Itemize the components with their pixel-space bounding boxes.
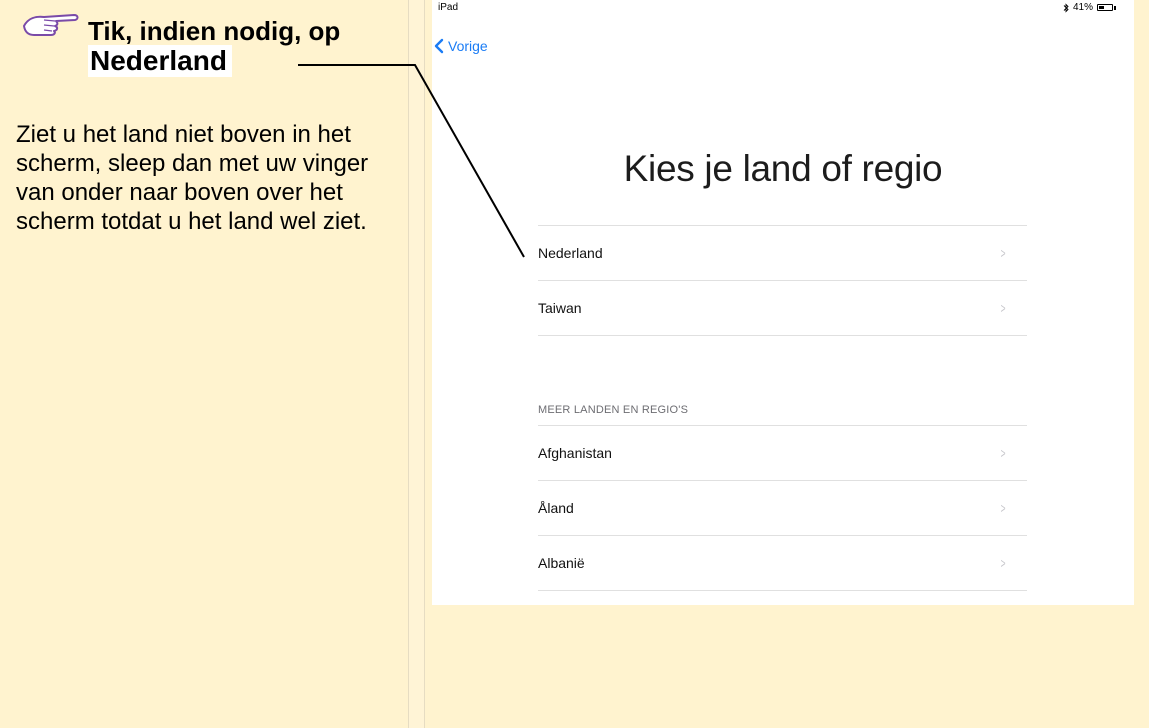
more-country-list: Afghanistan > Åland > Albanië > bbox=[538, 425, 1027, 591]
battery-icon bbox=[1097, 4, 1113, 11]
page-title: Kies je land of regio bbox=[623, 148, 943, 189]
tip-target-label: Nederland bbox=[88, 45, 232, 77]
country-label: Albanië bbox=[538, 555, 585, 571]
battery-tip bbox=[1114, 5, 1116, 10]
bluetooth-icon bbox=[1063, 2, 1069, 13]
suggested-country-list: Nederland > Taiwan > bbox=[538, 225, 1027, 336]
country-label: Åland bbox=[538, 500, 574, 516]
country-row-aland[interactable]: Åland > bbox=[538, 481, 1027, 536]
status-right: 41% bbox=[1063, 2, 1116, 13]
country-row-nederland[interactable]: Nederland > bbox=[538, 226, 1027, 281]
chevron-right-icon: > bbox=[1000, 245, 1006, 261]
country-label: Taiwan bbox=[538, 300, 582, 316]
back-label: Vorige bbox=[448, 38, 488, 54]
section-header: MEER LANDEN EN REGIO'S bbox=[538, 404, 689, 416]
chevron-right-icon: > bbox=[1000, 445, 1006, 461]
instruction-text: Ziet u het land niet boven in het scherm… bbox=[16, 121, 369, 235]
country-label: Afghanistan bbox=[538, 445, 612, 461]
tip-title: Tik, indien nodig, op bbox=[88, 16, 341, 46]
status-device-name: iPad bbox=[438, 2, 459, 13]
instruction-panel: Tik, indien nodig, op Nederland Ziet u h… bbox=[0, 0, 409, 728]
pointing-hand-icon bbox=[23, 14, 79, 36]
country-row-taiwan[interactable]: Taiwan > bbox=[538, 281, 1027, 336]
battery-percentage: 41% bbox=[1072, 2, 1093, 13]
country-row-afghanistan[interactable]: Afghanistan > bbox=[538, 426, 1027, 481]
back-button[interactable]: Vorige bbox=[432, 38, 488, 54]
chevron-left-icon bbox=[434, 38, 444, 54]
ipad-screen: iPad 41% Vorige Kies je land of regio Ne… bbox=[432, 0, 1134, 605]
chevron-right-icon: > bbox=[1000, 300, 1006, 316]
country-row-albanie[interactable]: Albanië > bbox=[538, 536, 1027, 591]
country-label: Nederland bbox=[538, 245, 603, 261]
chevron-right-icon: > bbox=[1000, 500, 1006, 516]
battery-fill bbox=[1099, 6, 1104, 9]
chevron-right-icon: > bbox=[1000, 555, 1006, 571]
